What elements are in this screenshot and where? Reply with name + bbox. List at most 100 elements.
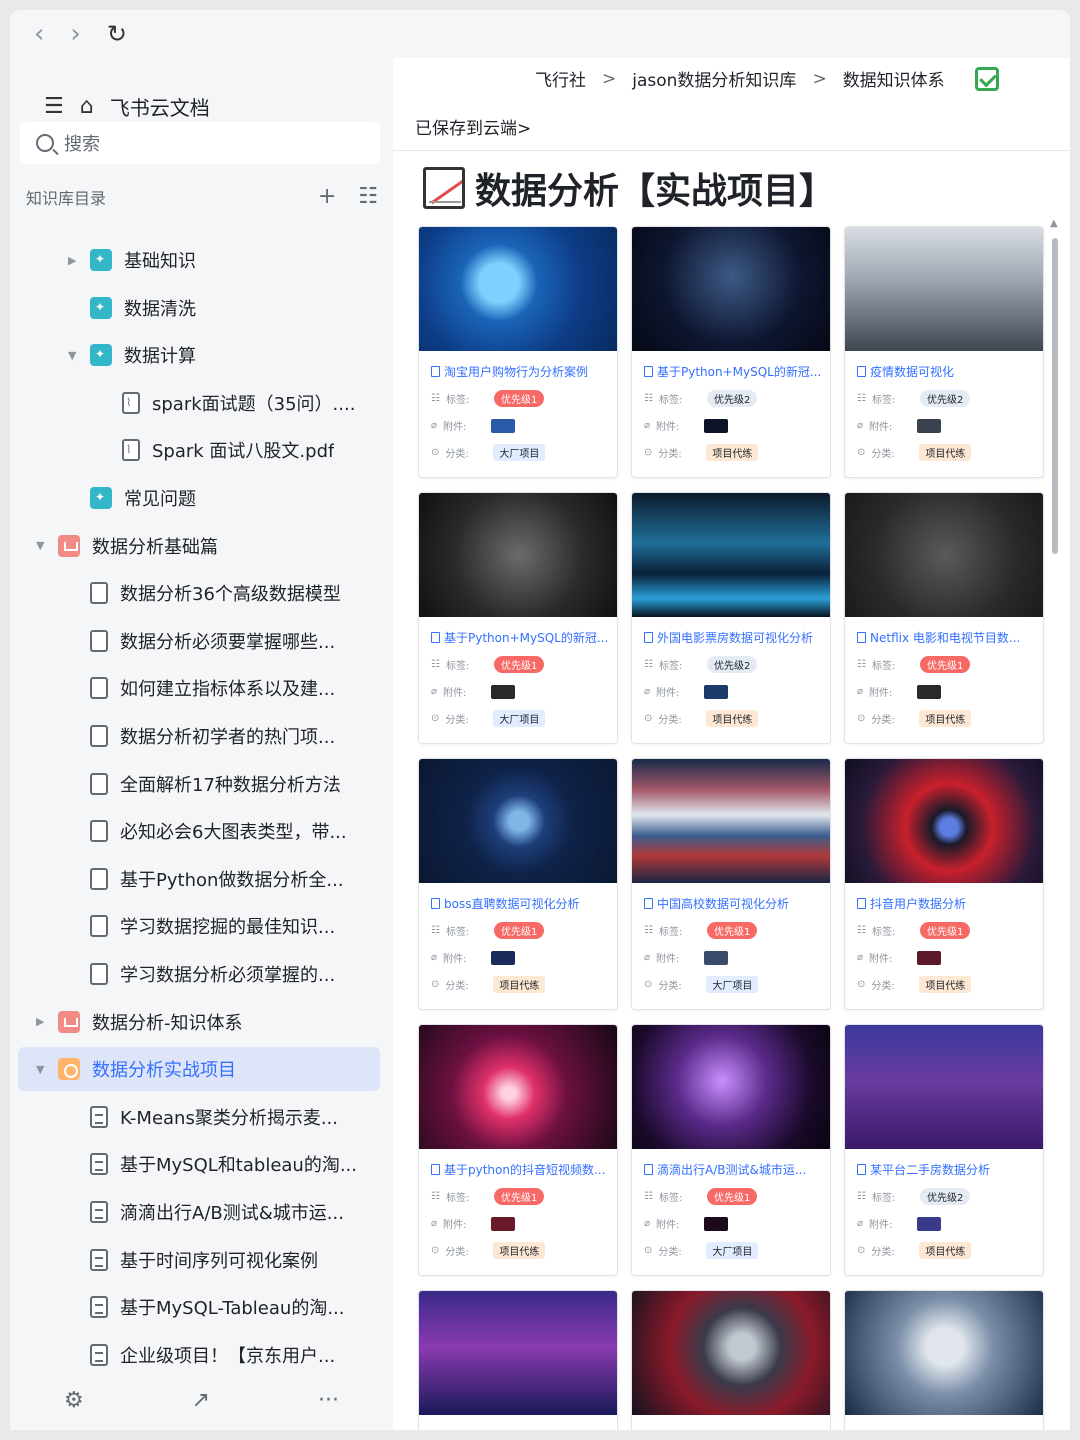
- home-icon[interactable]: ⌂: [80, 94, 94, 119]
- card-title[interactable]: 基于python的抖音短视频数...: [419, 1149, 615, 1178]
- attachment-thumbnail[interactable]: [491, 684, 516, 699]
- card-cover-image[interactable]: [845, 759, 1043, 883]
- card-cover-image[interactable]: [632, 493, 830, 617]
- card-title[interactable]: 淘宝用户购物行为分析案例: [419, 351, 615, 380]
- card-cover-image[interactable]: [419, 1025, 617, 1149]
- reload-icon[interactable]: ↻: [107, 22, 127, 46]
- breadcrumb-item[interactable]: 数据知识体系: [843, 66, 945, 91]
- attachment-thumbnail[interactable]: [917, 684, 942, 699]
- gallery-card[interactable]: 中国高校数据可视化分析 ☷ 标签: 优先级1 ⌀ 附件: ⊙ 分类: 大厂项目: [631, 758, 831, 1010]
- card-title[interactable]: 基于Pandas和Numpy京东用户...: [419, 1415, 615, 1430]
- card-title[interactable]: 中国高校数据可视化分析: [632, 883, 828, 912]
- more-icon[interactable]: ···: [318, 1388, 339, 1413]
- back-icon[interactable]: ‹: [34, 21, 44, 47]
- attachment-thumbnail[interactable]: [491, 418, 516, 433]
- card-cover-image[interactable]: [632, 1291, 830, 1415]
- search-input[interactable]: 搜索: [20, 122, 380, 164]
- sidebar-tree-item[interactable]: ▼ 数据分析实战项目: [18, 1047, 380, 1092]
- save-status[interactable]: 已保存到云端>: [415, 114, 531, 139]
- card-cover-image[interactable]: [419, 227, 617, 351]
- sidebar-tree-item[interactable]: 基于时间序列可视化案例: [10, 1238, 382, 1282]
- attachment-thumbnail[interactable]: [704, 1216, 729, 1231]
- card-title[interactable]: 疫情数据可视化: [845, 351, 1041, 380]
- attachment-thumbnail[interactable]: [917, 950, 942, 965]
- sidebar-tree-item[interactable]: 数据清洗: [10, 286, 382, 330]
- gallery-card[interactable]: 基于Pandas和Numpy京东用户...: [418, 1290, 618, 1430]
- sidebar-tree-item[interactable]: ▼ 数据计算: [10, 333, 382, 377]
- gallery-card[interactable]: 基于Python+MySQL的新冠... ☷ 标签: 优先级1 ⌀ 附件: ⊙ 分类: 大厂项目: [418, 492, 618, 744]
- attachment-thumbnail[interactable]: [704, 418, 729, 433]
- sidebar-tree-item[interactable]: 全面解析17种数据分析方法: [10, 762, 382, 806]
- gallery-card[interactable]: 滴滴出行A/B测试&城市运... ☷ 标签: 优先级1 ⌀ 附件: ⊙ 分类: 大厂项目: [631, 1024, 831, 1276]
- card-title[interactable]: 外国电影票房数据可视化分析: [632, 617, 828, 646]
- gallery-card[interactable]: 疫情数据可视化 ☷ 标签: 优先级2 ⌀ 附件: ⊙ 分类: 项目代练: [844, 226, 1044, 478]
- gallery-card[interactable]: 基于Python+MySQL的新冠... ☷ 标签: 优先级2 ⌀ 附件: ⊙ 分类: 项目代练: [631, 226, 831, 478]
- sidebar-tree-item[interactable]: 数据分析初学者的热门项...: [10, 714, 382, 758]
- sidebar-tree-item[interactable]: 基于Python做数据分析全...: [10, 857, 382, 901]
- outline-icon[interactable]: ☷: [358, 184, 378, 209]
- card-title[interactable]: Netflix 电影和电视节目数...: [845, 617, 1041, 646]
- gallery-card[interactable]: 淘宝用户购物行为分析案例 ☷ 标签: 优先级1 ⌀ 附件: ⊙ 分类: 大厂项目: [418, 226, 618, 478]
- checkbox-icon[interactable]: [974, 66, 999, 91]
- attachment-thumbnail[interactable]: [917, 418, 942, 433]
- attachment-thumbnail[interactable]: [491, 950, 516, 965]
- card-cover-image[interactable]: [632, 227, 830, 351]
- share-icon[interactable]: ↗: [192, 1388, 210, 1413]
- gallery-card[interactable]: boss直聘数据可视化分析 ☷ 标签: 优先级1 ⌀ 附件: ⊙ 分类: 项目代练: [418, 758, 618, 1010]
- card-title[interactable]: 抖音用户数据分析: [845, 883, 1041, 912]
- sidebar-tree-item[interactable]: 常见问题: [10, 476, 382, 520]
- card-cover-image[interactable]: [845, 227, 1043, 351]
- sidebar-tree-item[interactable]: Spark 面试八股文.pdf: [10, 428, 382, 472]
- expand-arrow-icon[interactable]: ▼: [36, 1063, 44, 1076]
- sidebar-tree-item[interactable]: K-Means聚类分析揭示麦...: [10, 1095, 382, 1139]
- card-title[interactable]: 某平台二手房数据分析: [845, 1149, 1041, 1178]
- card-cover-image[interactable]: [845, 493, 1043, 617]
- gallery-card[interactable]: K-Means聚类分析麦当劳可视...: [844, 1290, 1044, 1430]
- card-cover-image[interactable]: [419, 493, 617, 617]
- expand-arrow-icon[interactable]: ▼: [68, 349, 76, 362]
- gallery-card[interactable]: 外国电影票房数据可视化分析 ☷ 标签: 优先级2 ⌀ 附件: ⊙ 分类: 项目代练: [631, 492, 831, 744]
- attachment-thumbnail[interactable]: [917, 1216, 942, 1231]
- card-cover-image[interactable]: [632, 1025, 830, 1149]
- app-title[interactable]: 飞书云文档: [110, 92, 210, 121]
- gallery-card[interactable]: 基于时间序列可视化案例: [631, 1290, 831, 1430]
- gallery-card[interactable]: Netflix 电影和电视节目数... ☷ 标签: 优先级1 ⌀ 附件: ⊙ 分类: 项目代练: [844, 492, 1044, 744]
- breadcrumb-item[interactable]: jason数据分析知识库: [632, 66, 796, 91]
- scrollbar[interactable]: ▲: [1050, 218, 1059, 558]
- gallery-card[interactable]: 基于python的抖音短视频数... ☷ 标签: 优先级1 ⌀ 附件: ⊙ 分类: 项目代练: [418, 1024, 618, 1276]
- attachment-thumbnail[interactable]: [704, 950, 729, 965]
- card-cover-image[interactable]: [419, 1291, 617, 1415]
- card-cover-image[interactable]: [632, 759, 830, 883]
- forward-icon[interactable]: ›: [70, 21, 80, 47]
- card-cover-image[interactable]: [845, 1025, 1043, 1149]
- sidebar-tree-item[interactable]: 数据分析必须要掌握哪些...: [10, 619, 382, 663]
- card-title[interactable]: 滴滴出行A/B测试&城市运...: [632, 1149, 828, 1178]
- sidebar-tree-item[interactable]: 如何建立指标体系以及建...: [10, 666, 382, 710]
- card-title[interactable]: 基于时间序列可视化案例: [632, 1415, 828, 1430]
- sidebar-tree-item[interactable]: 学习数据分析必须掌握的...: [10, 952, 382, 996]
- card-cover-image[interactable]: [845, 1291, 1043, 1415]
- scroll-up-icon[interactable]: ▲: [1050, 218, 1058, 229]
- sidebar-tree-item[interactable]: ▶ 数据分析-知识体系: [10, 1000, 382, 1044]
- sidebar-tree-item[interactable]: ▼ 数据分析基础篇: [10, 524, 382, 568]
- card-title[interactable]: K-Means聚类分析麦当劳可视...: [845, 1415, 1041, 1430]
- gallery-card[interactable]: 抖音用户数据分析 ☷ 标签: 优先级1 ⌀ 附件: ⊙ 分类: 项目代练: [844, 758, 1044, 1010]
- breadcrumb-item[interactable]: 飞行社: [535, 66, 586, 91]
- sidebar-tree-item[interactable]: 滴滴出行A/B测试&城市运...: [10, 1190, 382, 1234]
- expand-arrow-icon[interactable]: ▼: [36, 539, 44, 552]
- sidebar-tree-item[interactable]: ▶ 基础知识: [10, 238, 382, 282]
- collapse-arrow-icon[interactable]: ▶: [68, 254, 76, 267]
- sidebar-tree-item[interactable]: spark面试题（35问）....: [10, 381, 382, 425]
- attachment-thumbnail[interactable]: [491, 1216, 516, 1231]
- settings-icon[interactable]: ⚙: [64, 1388, 84, 1413]
- collapse-arrow-icon[interactable]: ▶: [36, 1015, 44, 1028]
- sidebar-tree-item[interactable]: 基于MySQL和tableau的淘...: [10, 1142, 382, 1186]
- card-cover-image[interactable]: [419, 759, 617, 883]
- sidebar-tree-item[interactable]: 数据分析36个高级数据模型: [10, 571, 382, 615]
- card-title[interactable]: 基于Python+MySQL的新冠...: [419, 617, 615, 646]
- sidebar-tree-item[interactable]: 必知必会6大图表类型，带...: [10, 809, 382, 853]
- gallery-card[interactable]: 某平台二手房数据分析 ☷ 标签: 优先级2 ⌀ 附件: ⊙ 分类: 项目代练: [844, 1024, 1044, 1276]
- sidebar-tree-item[interactable]: 基于MySQL-Tableau的淘...: [10, 1285, 382, 1329]
- card-title[interactable]: boss直聘数据可视化分析: [419, 883, 615, 912]
- sidebar-tree-item[interactable]: 学习数据挖掘的最佳知识...: [10, 904, 382, 948]
